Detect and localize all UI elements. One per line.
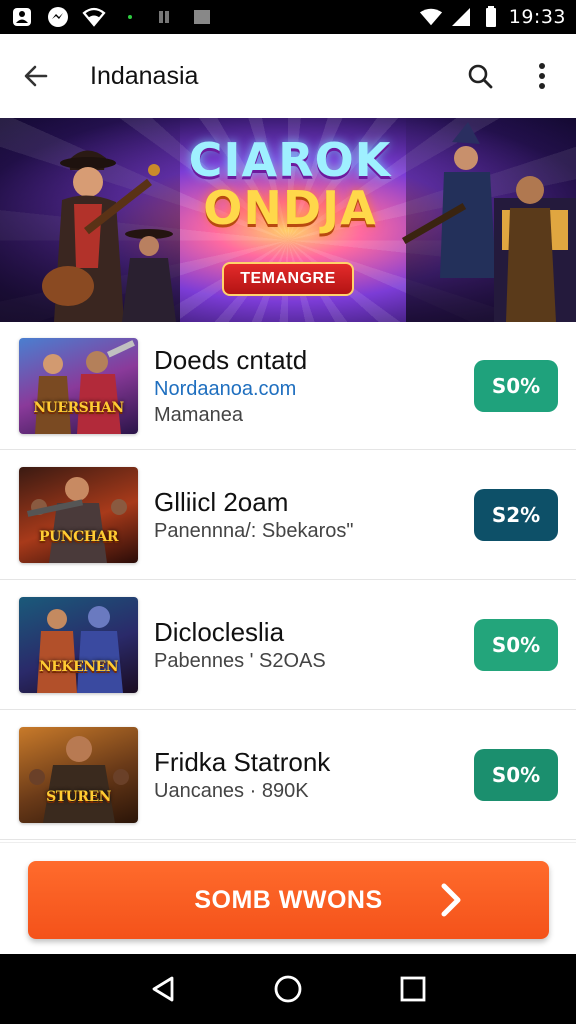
page-title: Indanasia xyxy=(90,61,199,90)
recents-square-icon xyxy=(400,976,426,1002)
app-actions xyxy=(460,56,562,96)
item-title: Doeds cntatd xyxy=(154,344,308,375)
item-subtitle: Mamanea xyxy=(154,403,243,426)
home-circle-icon xyxy=(274,975,302,1003)
thumbnail: PUNCHAR xyxy=(19,466,138,563)
cta-area: SOMB WWONS xyxy=(0,842,576,954)
game-list: NUERSHAN Doeds cntatd Nordaanoa.com Mama… xyxy=(0,322,576,840)
band-illustration xyxy=(402,122,576,322)
promo-banner[interactable]: CIAROK ONDJA TEMANGRE xyxy=(0,118,576,322)
back-triangle-icon xyxy=(152,976,174,1002)
item-info: Doeds cntatd Nordaanoa.com Mamanea xyxy=(154,344,307,428)
item-link[interactable]: Nordaanoa.com xyxy=(154,376,307,402)
image-icon xyxy=(190,5,214,29)
list-item[interactable]: NEKENEN Diclocleslia Pabennes ' S2OAS S0… xyxy=(0,580,576,710)
thumbnail-title: PUNCHAR xyxy=(39,528,118,545)
wifi-full-icon xyxy=(419,5,443,29)
messenger-icon xyxy=(46,5,70,29)
thumbnail: NUERSHAN xyxy=(19,337,138,434)
list-item[interactable]: STUREN Fridka Statronk Uancanes · 890K S… xyxy=(0,710,576,840)
item-title: Fridka Statronk xyxy=(154,746,331,777)
thumbnail: NEKENEN xyxy=(19,596,138,693)
heroes-illustration xyxy=(35,339,135,434)
cta-label: SOMB WWONS xyxy=(194,885,383,914)
item-subtitle: Uancanes · 890K xyxy=(154,779,309,802)
back-button[interactable] xyxy=(14,54,58,98)
item-title: Diclocleslia xyxy=(154,616,285,647)
percent-button[interactable]: S0% xyxy=(474,748,558,801)
wifi-icon xyxy=(82,5,106,29)
dot-icon xyxy=(118,5,142,29)
status-bar: 19:33 xyxy=(0,0,576,34)
status-right: 19:33 xyxy=(419,5,566,29)
item-info: Glliicl 2oam Panennna/: Sbekaros" xyxy=(154,486,353,544)
percent-button[interactable]: S0% xyxy=(474,618,558,671)
thumbnail-title: STUREN xyxy=(46,788,111,805)
signal-icon xyxy=(449,5,473,29)
percent-button[interactable]: S0% xyxy=(474,359,558,412)
nfc-icon xyxy=(154,5,178,29)
search-button[interactable] xyxy=(460,56,500,96)
chevron-right-icon xyxy=(441,883,461,917)
thumbnail: STUREN xyxy=(19,726,138,823)
percent-button[interactable]: S2% xyxy=(474,488,558,541)
nav-recents-button[interactable] xyxy=(389,965,437,1013)
banner-title: CIAROK ONDJA xyxy=(180,136,400,232)
overflow-menu-button[interactable] xyxy=(522,56,562,96)
cta-button[interactable]: SOMB WWONS xyxy=(28,861,549,939)
banner-title-line1: CIAROK xyxy=(188,133,392,187)
thumbnail-title: NUERSHAN xyxy=(33,399,124,416)
item-title: Glliicl 2oam xyxy=(154,486,289,517)
thumbnail-title: NEKENEN xyxy=(38,658,119,675)
item-info: Fridka Statronk Uancanes · 890K xyxy=(154,746,330,804)
back-arrow-icon xyxy=(24,65,48,87)
warriors-illustration xyxy=(27,476,127,563)
nav-back-button[interactable] xyxy=(139,965,187,1013)
account-icon xyxy=(10,5,34,29)
nav-home-button[interactable] xyxy=(264,965,312,1013)
more-vertical-icon xyxy=(539,63,545,89)
fighter-illustration xyxy=(29,735,129,823)
banner-tag-button[interactable]: TEMANGRE xyxy=(222,262,354,296)
status-left xyxy=(10,5,214,29)
item-subtitle: Pabennes ' S2OAS xyxy=(154,649,326,672)
status-time: 19:33 xyxy=(508,6,566,28)
item-subtitle: Panennna/: Sbekaros" xyxy=(154,519,354,542)
battery-icon xyxy=(479,5,503,29)
list-item[interactable]: PUNCHAR Glliicl 2oam Panennna/: Sbekaros… xyxy=(0,450,576,580)
list-item[interactable]: NUERSHAN Doeds cntatd Nordaanoa.com Mama… xyxy=(0,322,576,450)
banner-title-line2: ONDJA xyxy=(203,181,377,235)
search-icon xyxy=(468,64,493,89)
squad-illustration xyxy=(37,605,123,693)
item-info: Diclocleslia Pabennes ' S2OAS xyxy=(154,616,326,674)
app-bar: Indanasia xyxy=(0,34,576,118)
system-nav-bar xyxy=(0,954,576,1024)
